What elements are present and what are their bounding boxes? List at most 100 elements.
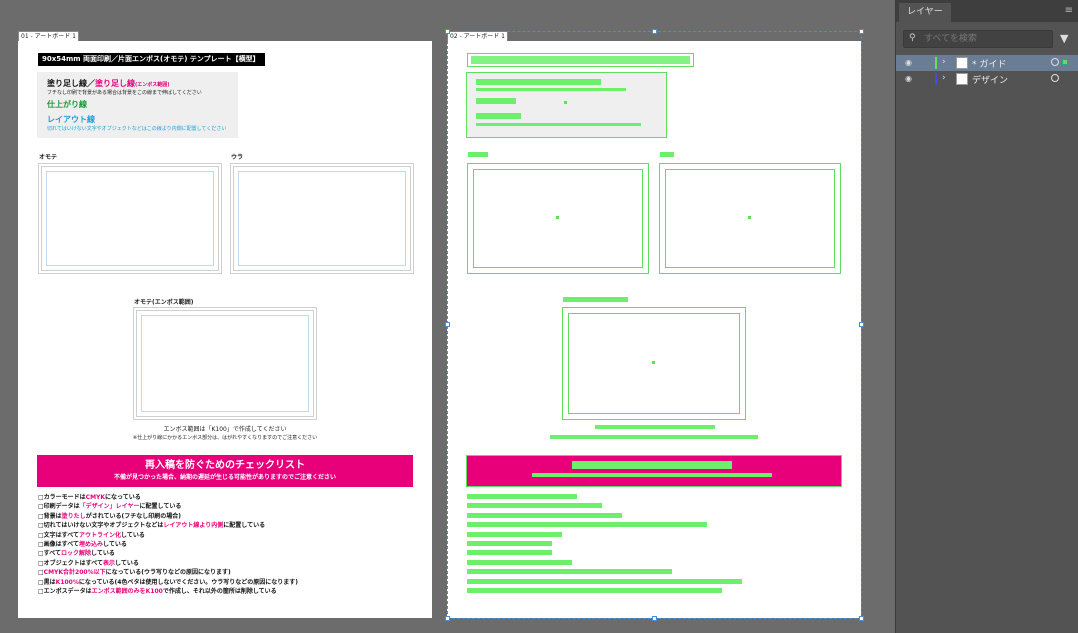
emboss-layout-frame xyxy=(141,315,309,412)
guide-legend-line xyxy=(476,98,516,104)
resize-handle[interactable] xyxy=(445,322,450,327)
layer-name[interactable]: * ガイド xyxy=(972,57,1006,70)
emboss-note-2: ※仕上がり線にかかるエンボス部分は、はがれやすくなりますのでご注意ください xyxy=(132,435,318,441)
resize-handle[interactable] xyxy=(445,29,450,34)
template-title: 90x54mm 両面印刷／片面エンボス(オモテ) テンプレート【横型】 xyxy=(38,53,265,66)
panel-menu-icon[interactable]: ≡ xyxy=(1065,5,1073,16)
search-icon: ⚲ xyxy=(909,33,916,43)
guide-legend-line xyxy=(476,79,601,85)
guide-checklist-title xyxy=(572,461,732,469)
checklist-item: □文字はすべてアウトライン化している xyxy=(38,532,145,540)
bleed-note: フチなし印刷で背景がある場合は背景をこの線まで伸ばしてください xyxy=(47,90,202,96)
checklist-item-part: 「デザイン」レイヤー xyxy=(79,503,140,511)
checklist-item: □黒はK100%になっている(4色ベタは使用しないでください。ウラ写りなどの原因… xyxy=(38,579,298,587)
resize-handle[interactable] xyxy=(445,616,450,621)
artboard-2[interactable] xyxy=(447,41,861,618)
guide-legend-line xyxy=(476,113,521,119)
guide-point xyxy=(652,361,655,364)
layer-color-indicator xyxy=(935,57,937,69)
artboard-1[interactable]: 90x54mm 両面印刷／片面エンボス(オモテ) テンプレート【横型】 塗り足し… xyxy=(18,41,432,618)
guide-checklist-header xyxy=(466,455,842,487)
checklist-item-part: □すべて xyxy=(38,550,62,558)
checklist-item-part: 埋め込み xyxy=(79,541,104,548)
resize-handle[interactable] xyxy=(859,29,864,34)
checklist-item: □背景は塗りたしがされている(フチなし印刷の場合) xyxy=(38,513,181,521)
checklist-item-part: 塗りたし xyxy=(61,512,86,520)
visibility-eye-icon[interactable]: ◉ xyxy=(905,58,912,67)
guide-checklist-line xyxy=(467,588,722,593)
bleed-title: 塗り足し線／塗り足し線(エンボス範囲) xyxy=(47,78,170,89)
checklist-item-part: □オブジェクトはすべて xyxy=(38,559,104,567)
layer-thumbnail xyxy=(956,73,968,85)
checklist-header: 再入稿を防ぐためのチェックリスト 不備が見つかった場合、納期の遅延が生じる可能性… xyxy=(37,455,413,487)
checklist-item: □印刷データは「デザイン」レイヤーに配置している xyxy=(38,503,181,511)
panel-tabbar: レイヤー ≡ xyxy=(896,0,1078,22)
guide-title-text xyxy=(471,56,690,64)
target-circle-icon[interactable] xyxy=(1051,74,1059,82)
layer-color-indicator xyxy=(935,73,937,85)
layout-note: 切れてはいけない文字やオブジェクトなどはこの線より内側に配置してください xyxy=(47,126,227,132)
guide-checklist-line xyxy=(467,541,552,546)
search-input[interactable] xyxy=(924,33,1049,45)
emboss-note-1: エンボス範囲は「K100」で作成してください xyxy=(163,426,287,433)
canvas-area[interactable]: 01 - アートボード 1 90x54mm 両面印刷／片面エンボス(オモテ) テ… xyxy=(0,0,895,633)
target-circle-icon[interactable] xyxy=(1051,58,1059,66)
guide-checklist-line xyxy=(467,569,672,575)
layer-name[interactable]: デザイン xyxy=(972,73,1008,86)
checklist-item: □画像はすべて埋め込みしている xyxy=(38,541,127,549)
guide-legend-line xyxy=(476,88,626,91)
resize-handle[interactable] xyxy=(859,616,864,621)
guide-checklist-line xyxy=(467,503,602,509)
back-layout-frame xyxy=(238,171,406,266)
guide-checklist-line xyxy=(467,512,622,518)
checklist-item-part: になっている xyxy=(105,494,141,501)
layer-row-design[interactable]: ◉ › デザイン xyxy=(896,71,1078,87)
guide-checklist-line xyxy=(467,559,572,565)
selection-indicator[interactable] xyxy=(1062,59,1068,65)
checklist-item-part: で作成し、それ以外の箇所は削除している xyxy=(162,588,277,595)
checklist-item-part: レイアウト線より内側 xyxy=(163,522,224,530)
checklist-item: □オブジェクトはすべて表示している xyxy=(38,560,139,568)
checklist-item-part: □カラーモードは xyxy=(38,494,86,501)
checklist-item-part: に配置している xyxy=(139,503,182,511)
checklist-item-part: □文字はすべて xyxy=(38,531,80,539)
visibility-eye-icon[interactable]: ◉ xyxy=(905,74,912,83)
guide-point xyxy=(564,101,567,104)
checklist-item-part: になっている(ウラ写りなどの原因になります) xyxy=(105,569,231,577)
layer-row-guide[interactable]: ◉ › * ガイド xyxy=(896,55,1078,71)
front-label: オモテ xyxy=(39,154,58,161)
guide-checklist-line xyxy=(467,531,562,537)
checklist-item-part: している xyxy=(115,559,139,567)
checklist-item-part: CMYK合計200%以下 xyxy=(43,569,106,577)
checklist-item-part: 表示 xyxy=(103,559,116,567)
guide-checklist-line xyxy=(467,522,707,528)
bleed-title-c: (エンボス範囲) xyxy=(135,82,170,88)
bleed-title-a: 塗り足し線／ xyxy=(47,79,95,88)
checklist-item-part: アウトライン化 xyxy=(79,531,122,539)
checklist-item-part: □画像はすべて xyxy=(38,541,80,548)
emboss-label: オモテ(エンボス範囲) xyxy=(134,299,194,306)
guide-point xyxy=(556,216,559,219)
back-label: ウラ xyxy=(231,154,244,161)
checklist-subtitle: 不備が見つかった場合、納期の遅延が生じる可能性がありますのでご注意ください xyxy=(113,474,336,481)
resize-handle[interactable] xyxy=(652,29,657,34)
guide-point xyxy=(748,216,751,219)
checklist-item: □CMYK合計200%以下になっている(ウラ写りなどの原因になります) xyxy=(38,569,231,577)
resize-handle[interactable] xyxy=(652,616,657,621)
front-layout-frame xyxy=(46,171,214,266)
trim-title: 仕上がり線 xyxy=(47,100,87,109)
filter-icon[interactable]: ▼ xyxy=(1060,32,1068,45)
layer-search[interactable]: ⚲ xyxy=(903,30,1053,48)
chevron-right-icon[interactable]: › xyxy=(942,57,946,67)
guide-checklist-line xyxy=(467,494,577,499)
layer-thumbnail xyxy=(956,57,968,69)
checklist-item-part: □印刷データは xyxy=(38,503,80,511)
guide-checklist-subtitle xyxy=(532,473,772,477)
resize-handle[interactable] xyxy=(859,322,864,327)
guide-back-label xyxy=(660,152,674,157)
checklist-item-part: している xyxy=(103,541,127,548)
chevron-right-icon[interactable]: › xyxy=(942,73,946,83)
tab-layers[interactable]: レイヤー xyxy=(899,3,951,22)
checklist-item-part: K100% xyxy=(55,578,79,586)
checklist-item-part: になっている(4色ベタは使用しないでください。ウラ写りなどの原因になります) xyxy=(78,578,299,586)
